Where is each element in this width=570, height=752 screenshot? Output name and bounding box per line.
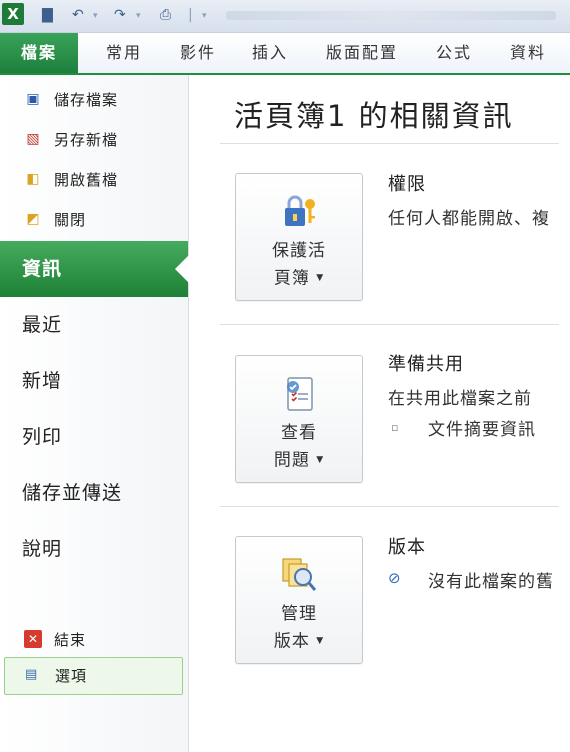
section-heading: 準備共用 bbox=[388, 354, 464, 375]
section-heading: 版本 bbox=[388, 537, 426, 558]
save-file-command[interactable]: ▣ 儲存檔案 bbox=[0, 79, 188, 119]
lock-key-icon bbox=[285, 195, 315, 226]
tab-file[interactable]: 檔案 bbox=[0, 33, 78, 73]
options-label: 選項 bbox=[55, 667, 88, 685]
button-label-line2: 問題 bbox=[273, 450, 310, 471]
chevron-down-icon: ▼ bbox=[316, 273, 325, 283]
section-description: 任何人都能開啟、複 bbox=[388, 209, 550, 229]
window-edge bbox=[559, 75, 570, 752]
section-heading: 權限 bbox=[388, 174, 426, 195]
info-pane: 活頁簿1 的相關資訊 保護活 頁簿 ▼ 權限 任何人都能開啟、複 查看 問題 ▼… bbox=[190, 75, 570, 752]
nav-info[interactable]: 資訊 bbox=[0, 241, 189, 297]
divider bbox=[220, 143, 570, 144]
nav-new[interactable]: 新增 bbox=[0, 353, 188, 409]
button-label-line1: 保護活 bbox=[272, 241, 326, 261]
nav-save-send[interactable]: 儲存並傳送 bbox=[0, 465, 188, 521]
section-description: 在共用此檔案之前 bbox=[388, 389, 532, 409]
options-command[interactable]: ▤ 選項 bbox=[4, 657, 183, 695]
close-folder-icon: ◩ bbox=[26, 211, 40, 227]
issue-item: 文件摘要資訊 bbox=[428, 420, 536, 440]
tab-insert[interactable]: 插入 bbox=[252, 33, 288, 73]
undo-icon[interactable]: ↶ bbox=[72, 7, 84, 23]
button-label: 查看 問題 ▼ bbox=[236, 420, 362, 475]
command-label: 開啟舊檔 bbox=[54, 171, 119, 189]
save-icon[interactable]: ▇ bbox=[42, 7, 53, 23]
command-label: 儲存檔案 bbox=[54, 91, 119, 109]
checklist-icon bbox=[287, 377, 313, 411]
button-label: 保護活 頁簿 ▼ bbox=[236, 238, 362, 293]
exit-icon: ✕ bbox=[24, 630, 42, 648]
open-file-command[interactable]: ◧ 開啟舊檔 bbox=[0, 159, 188, 199]
close-command[interactable]: ◩ 關閉 bbox=[0, 199, 188, 239]
options-icon: ▤ bbox=[25, 667, 38, 682]
button-label: 管理 版本 ▼ bbox=[236, 601, 362, 656]
section-description: 沒有此檔案的舊 bbox=[428, 572, 554, 592]
customize-toolbar-icon[interactable]: ▾ bbox=[202, 11, 207, 21]
tab-formulas[interactable]: 公式 bbox=[436, 33, 472, 73]
quick-access-toolbar: X ▇ ↶ ▾ ↷ ▾ ⎙ | ▾ bbox=[0, 0, 570, 33]
button-label-line2: 頁簿 bbox=[273, 268, 310, 289]
divider bbox=[220, 324, 570, 325]
backstage-nav: ▣ 儲存檔案 ▧ 另存新檔 ◧ 開啟舊檔 ◩ 關閉 資訊 最近 新增 列印 儲存… bbox=[0, 75, 189, 752]
command-label: 另存新檔 bbox=[54, 131, 119, 149]
exit-command[interactable]: ✕ 結束 bbox=[0, 619, 188, 659]
command-label: 結束 bbox=[54, 631, 87, 649]
chevron-down-icon: ▼ bbox=[316, 636, 325, 646]
divider bbox=[220, 506, 570, 507]
undo-dropdown-icon[interactable]: ▾ bbox=[93, 11, 98, 21]
manage-versions-button[interactable]: 管理 版本 ▼ bbox=[235, 536, 363, 664]
save-icon: ▣ bbox=[26, 91, 40, 107]
nav-recent[interactable]: 最近 bbox=[0, 297, 188, 353]
button-label-line1: 管理 bbox=[281, 604, 317, 624]
button-label-line2: 版本 bbox=[273, 631, 310, 652]
page-title: 活頁簿1 的相關資訊 bbox=[234, 99, 514, 133]
toolbar-separator: | bbox=[188, 7, 193, 23]
redo-icon[interactable]: ↷ bbox=[114, 7, 126, 23]
chevron-down-icon: ▼ bbox=[316, 455, 325, 465]
excel-logo-icon[interactable]: X bbox=[2, 3, 24, 25]
tab-home[interactable]: 常用 bbox=[106, 33, 142, 73]
command-label: 關閉 bbox=[54, 211, 87, 229]
versions-small-icon: ⊘ bbox=[388, 569, 401, 587]
versions-icon bbox=[282, 558, 317, 591]
print-icon[interactable]: ⎙ bbox=[160, 7, 171, 23]
window-title bbox=[226, 11, 556, 20]
redo-dropdown-icon[interactable]: ▾ bbox=[136, 11, 141, 21]
check-for-issues-button[interactable]: 查看 問題 ▼ bbox=[235, 355, 363, 483]
protect-workbook-button[interactable]: 保護活 頁簿 ▼ bbox=[235, 173, 363, 301]
nav-print[interactable]: 列印 bbox=[0, 409, 188, 465]
nav-help[interactable]: 說明 bbox=[0, 521, 188, 577]
tab-page-layout[interactable]: 版面配置 bbox=[326, 33, 398, 73]
ribbon-tabs: 檔案 常用 影件 插入 版面配置 公式 資料 bbox=[0, 33, 570, 75]
bullet-icon: ▫ bbox=[391, 421, 399, 434]
save-as-command[interactable]: ▧ 另存新檔 bbox=[0, 119, 188, 159]
tab-data[interactable]: 資料 bbox=[510, 33, 546, 73]
open-folder-icon: ◧ bbox=[26, 171, 40, 187]
tab-extra[interactable]: 影件 bbox=[180, 33, 216, 73]
save-as-icon: ▧ bbox=[26, 131, 40, 147]
button-label-line1: 查看 bbox=[281, 423, 317, 443]
